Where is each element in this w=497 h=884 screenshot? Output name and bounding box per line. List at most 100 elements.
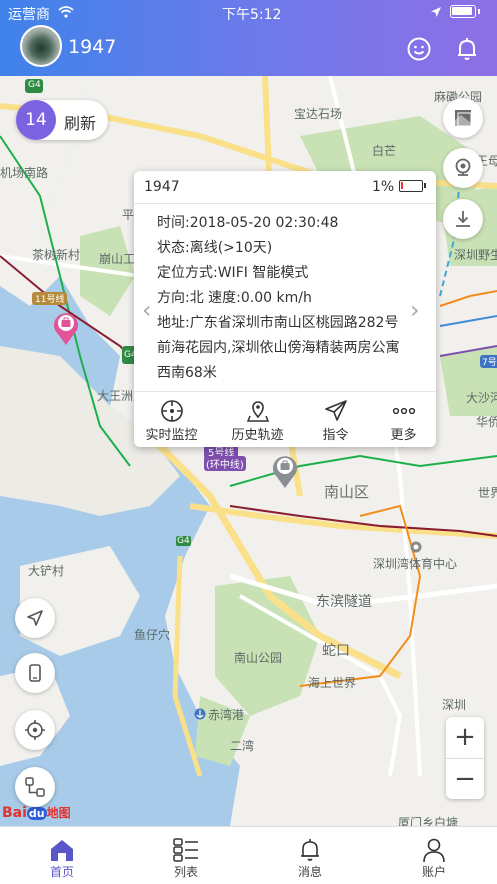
- smiley-icon[interactable]: [406, 36, 432, 62]
- status-bar: 运营商 下午5:12: [0, 0, 497, 26]
- info-address: 地址:广东省深圳市南山区桃园路282号: [157, 315, 399, 331]
- map-label: (环中线): [204, 456, 246, 471]
- locate-me-button[interactable]: [15, 598, 55, 638]
- tab-account[interactable]: 账户: [394, 831, 474, 880]
- info-direction-speed: 方向:北 速度:0.00 km/h: [157, 290, 312, 306]
- tab-messages[interactable]: 消息: [270, 831, 350, 880]
- device-count-badge: 14: [16, 100, 56, 140]
- map-label: 南山区: [324, 483, 370, 501]
- bell-icon: [301, 839, 319, 861]
- map-label: 深圳湾体育中心: [373, 557, 458, 571]
- more-label: 更多: [390, 428, 417, 443]
- tab-account-label: 账户: [421, 865, 446, 879]
- tab-home[interactable]: 首页: [22, 831, 102, 880]
- navigation-arrow-icon: [27, 610, 43, 626]
- avatar[interactable]: [20, 25, 62, 67]
- device-pin-offline-icon[interactable]: [271, 453, 299, 489]
- crosshair-icon: [160, 400, 183, 422]
- battery-icon: [399, 180, 426, 192]
- next-device-chevron-icon[interactable]: ›: [410, 296, 420, 324]
- map-label: 赤湾港: [208, 708, 245, 722]
- map-label: G4: [28, 80, 41, 90]
- list-icon: [173, 838, 198, 862]
- history-track-button[interactable]: 历史轨迹: [220, 398, 295, 443]
- zoom-in-button[interactable]: +: [446, 717, 484, 759]
- map-label: 茶树新村: [32, 248, 81, 262]
- tab-list[interactable]: 列表: [146, 831, 226, 880]
- map-label: 崩山工: [99, 252, 136, 266]
- map-pin-icon: [246, 401, 269, 422]
- baidu-logo-du: du: [26, 807, 47, 820]
- map-layer-button[interactable]: [443, 98, 483, 138]
- info-time: 时间:2018-05-20 02:30:48: [157, 215, 339, 231]
- popup-header: 1947 1%: [134, 171, 436, 204]
- more-dots-icon: [392, 407, 415, 415]
- stadium-icon: [410, 541, 422, 553]
- map-label: 7号线: [480, 355, 497, 368]
- user-icon: [423, 838, 445, 863]
- map-label: 大沙河: [466, 391, 497, 405]
- history-track-label: 历史轨迹: [231, 428, 284, 443]
- battery-status-icon: [450, 5, 476, 18]
- map-label: 机场南路: [0, 166, 49, 180]
- baidu-logo-tail: 地图: [46, 806, 71, 820]
- map-label: 华侨: [476, 415, 497, 429]
- info-address-line3: 西南68米: [157, 365, 217, 381]
- command-button[interactable]: 指令: [298, 398, 373, 443]
- map-label: 大王洲: [97, 389, 134, 403]
- info-positioning-mode: 定位方式:WIFI 智能模式: [157, 265, 309, 281]
- port-icon: [194, 708, 206, 720]
- download-icon: [456, 211, 470, 227]
- info-status: 状态:离线(>10天): [157, 240, 273, 256]
- tab-bar: 首页 列表 消息 账户: [0, 826, 497, 884]
- realtime-monitor-label: 实时监控: [145, 428, 198, 443]
- command-label: 指令: [322, 428, 349, 443]
- phone-locate-button[interactable]: [15, 653, 55, 693]
- map-label: 鱼仔穴: [134, 628, 171, 642]
- status-time: 下午5:12: [222, 7, 282, 23]
- home-icon: [51, 840, 73, 861]
- map-label: 二湾: [230, 739, 255, 753]
- map-label: 11号线: [32, 292, 68, 305]
- tab-list-label: 列表: [173, 865, 198, 879]
- device-info-popup: 1947 1% 时间:2018-05-20 02:30:48 状态:离线(>10…: [134, 171, 436, 447]
- device-info-list: 时间:2018-05-20 02:30:48 状态:离线(>10天) 定位方式:…: [157, 211, 427, 386]
- tab-messages-label: 消息: [297, 865, 322, 879]
- map-label: 平: [122, 208, 135, 222]
- map-label: 深圳野生: [454, 248, 497, 262]
- route-button[interactable]: [15, 767, 55, 807]
- location-arrow-icon: [431, 7, 441, 17]
- bell-icon[interactable]: [454, 36, 480, 62]
- battery-percent: 1%: [372, 179, 395, 195]
- zoom-out-button[interactable]: −: [446, 759, 484, 800]
- camera-button[interactable]: [443, 148, 483, 188]
- map-label: 宝达石场: [294, 107, 343, 121]
- prev-device-chevron-icon[interactable]: ‹: [142, 296, 152, 324]
- info-address-line2: 前海花园内,深圳依山傍海精装两房公寓: [157, 340, 400, 356]
- wifi-icon: [58, 6, 74, 18]
- realtime-monitor-button[interactable]: 实时监控: [134, 398, 209, 443]
- refresh-button[interactable]: 14 刷新: [16, 100, 108, 140]
- device-name: 1947: [144, 179, 180, 195]
- camera-icon: [455, 158, 471, 176]
- crosshair-icon: [25, 720, 45, 740]
- download-button[interactable]: [443, 199, 483, 239]
- map-label: 海上世界: [308, 676, 357, 690]
- map-layer-icon: [455, 110, 472, 127]
- map-label: 东滨隧道: [316, 594, 372, 610]
- device-pin-icon[interactable]: [52, 310, 80, 346]
- map-label: 深圳: [442, 698, 467, 712]
- tab-home-label: 首页: [49, 865, 74, 879]
- map-label: 厦门乡白塘: [398, 816, 459, 826]
- map-label: 白芒: [372, 144, 397, 158]
- map-label: 蛇口: [322, 643, 350, 659]
- map-label: G4: [176, 536, 191, 546]
- device-locate-button[interactable]: [15, 710, 55, 750]
- map-label: 世界: [478, 486, 497, 500]
- baidu-logo-bai: Bai: [2, 805, 27, 821]
- send-icon: [324, 400, 347, 421]
- more-button[interactable]: 更多: [366, 398, 441, 443]
- carrier-label: 运营商: [8, 7, 50, 23]
- route-icon: [25, 777, 45, 797]
- zoom-control: + −: [446, 717, 484, 799]
